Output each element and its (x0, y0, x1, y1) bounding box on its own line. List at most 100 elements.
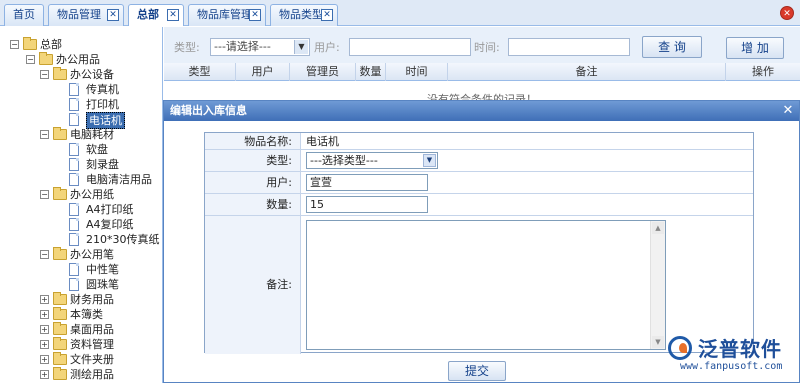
form-row-type: 类型: ---选择类型--- ▼ (205, 150, 753, 172)
expand-icon[interactable]: + (40, 310, 49, 319)
app-window: { "tabs": [ {"label": "首页"}, {"label": "… (0, 0, 800, 383)
filter-bar: 类型: ---请选择--- ▼ 用户: 时间: 查 询 增 加 (164, 27, 800, 63)
close-icon[interactable]: ✕ (321, 9, 333, 21)
collapse-icon[interactable]: − (10, 40, 19, 49)
type-filter-select[interactable]: ---请选择--- ▼ (210, 38, 310, 56)
user-filter-input[interactable] (349, 38, 471, 56)
close-icon[interactable]: ✕ (249, 9, 261, 21)
document-icon (69, 158, 79, 171)
tab-label: 物品库管理 (197, 8, 252, 21)
collapse-icon[interactable]: − (40, 190, 49, 199)
user-field-cell: 宣萱 (302, 172, 753, 193)
document-icon (69, 113, 79, 126)
folder-icon (53, 322, 67, 335)
user-label: 用户: (205, 172, 301, 193)
brand-url: www.fanpusoft.com (680, 361, 783, 372)
document-icon (69, 143, 79, 156)
document-icon (69, 263, 79, 276)
item-name-value: 电话机 (306, 135, 339, 148)
column-header-admin[interactable]: 管理员 (290, 63, 356, 81)
column-header-quantity[interactable]: 数量 (356, 63, 386, 81)
column-header-actions[interactable]: 操作 (726, 63, 800, 81)
type-select-value: ---选择类型--- (310, 154, 378, 167)
dialog-title[interactable]: 编辑出入库信息 ✕ (164, 101, 799, 121)
type-select[interactable]: ---选择类型--- ▼ (306, 152, 438, 169)
grid-header: 类型 用户 管理员 数量 时间 备注 操作 (164, 63, 800, 81)
expand-icon[interactable]: + (40, 355, 49, 364)
quantity-input[interactable]: 15 (306, 196, 428, 213)
stock-form: 物品名称: 电话机 类型: ---选择类型--- ▼ 用户: 宣萱 数量: 15 (204, 132, 754, 354)
type-filter-label: 类型: (174, 41, 200, 54)
column-header-type[interactable]: 类型 (164, 63, 236, 81)
column-header-user[interactable]: 用户 (236, 63, 290, 81)
folder-icon (53, 352, 67, 365)
column-header-time[interactable]: 时间 (386, 63, 448, 81)
remark-label: 备注: (205, 216, 301, 354)
expand-icon[interactable]: + (40, 340, 49, 349)
expand-icon[interactable]: + (40, 325, 49, 334)
form-row-quantity: 数量: 15 (205, 194, 753, 216)
tab-bar: 首页 物品管理 ✕ 总部 ✕ 物品库管理 ✕ 物品类型 ✕ ✕ (0, 0, 800, 26)
column-header-remark[interactable]: 备注 (448, 63, 726, 81)
time-filter-label: 时间: (474, 41, 500, 54)
tab-headquarters[interactable]: 总部 ✕ (128, 4, 184, 26)
time-filter-input[interactable] (508, 38, 630, 56)
document-icon (69, 278, 79, 291)
document-icon (69, 83, 79, 96)
folder-icon (53, 187, 67, 200)
folder-icon (53, 247, 67, 260)
item-name-label: 物品名称: (205, 133, 301, 149)
type-filter-value: ---请选择--- (214, 40, 271, 53)
type-field-cell: ---选择类型--- ▼ (302, 150, 753, 171)
scroll-up-icon[interactable]: ▲ (652, 222, 664, 234)
scroll-down-icon[interactable]: ▼ (652, 336, 664, 348)
folder-icon (53, 292, 67, 305)
tab-home[interactable]: 首页 (4, 4, 44, 26)
folder-icon (39, 52, 53, 65)
folder-icon (53, 307, 67, 320)
folder-icon (53, 67, 67, 80)
dialog-title-text: 编辑出入库信息 (170, 104, 247, 117)
collapse-icon[interactable]: − (40, 250, 49, 259)
remark-scrollbar[interactable]: ▲ ▼ (650, 221, 665, 349)
document-icon (69, 203, 79, 216)
tab-label: 总部 (137, 8, 159, 21)
tab-item-management[interactable]: 物品管理 ✕ (48, 4, 124, 26)
category-tree: − 总部 − 办公用品 − 办公设备 传真机 打印机 电话机 − 电脑耗材 软盘 刻录盘… (0, 27, 163, 383)
query-button[interactable]: 查 询 (642, 36, 702, 58)
document-icon (69, 98, 79, 111)
expand-icon[interactable]: + (40, 295, 49, 304)
user-input[interactable]: 宣萱 (306, 174, 428, 191)
form-row-user: 用户: 宣萱 (205, 172, 753, 194)
document-icon (69, 173, 79, 186)
close-icon[interactable]: ✕ (781, 104, 795, 118)
brand-logo: 泛普软件 www.fanpusoft.com (668, 333, 796, 377)
form-row-item-name: 物品名称: 电话机 (205, 133, 753, 150)
chevron-down-icon: ▼ (294, 40, 308, 54)
folder-icon (53, 367, 67, 380)
brand-emblem-icon (668, 336, 692, 360)
collapse-icon[interactable]: − (26, 55, 35, 64)
expand-icon[interactable]: + (40, 370, 49, 379)
chevron-down-icon: ▼ (423, 154, 436, 167)
submit-button[interactable]: 提交 (448, 361, 506, 381)
folder-icon (53, 337, 67, 350)
type-label: 类型: (205, 150, 301, 171)
close-icon[interactable]: ✕ (107, 9, 119, 21)
close-all-tabs-icon[interactable]: ✕ (780, 6, 794, 20)
collapse-icon[interactable]: − (40, 70, 49, 79)
close-icon[interactable]: ✕ (167, 9, 179, 21)
tab-label: 物品管理 (57, 8, 101, 21)
brand-name: 泛普软件 (698, 337, 782, 361)
tab-item-type[interactable]: 物品类型 ✕ (270, 4, 338, 26)
folder-icon (53, 127, 67, 140)
collapse-icon[interactable]: − (40, 130, 49, 139)
folder-icon (23, 37, 37, 50)
tab-warehouse-management[interactable]: 物品库管理 ✕ (188, 4, 266, 26)
tab-label: 首页 (13, 8, 35, 21)
add-button[interactable]: 增 加 (726, 37, 784, 59)
quantity-field-cell: 15 (302, 194, 753, 215)
quantity-label: 数量: (205, 194, 301, 215)
document-icon (69, 233, 79, 246)
remark-textarea[interactable]: ▲ ▼ (306, 220, 666, 350)
